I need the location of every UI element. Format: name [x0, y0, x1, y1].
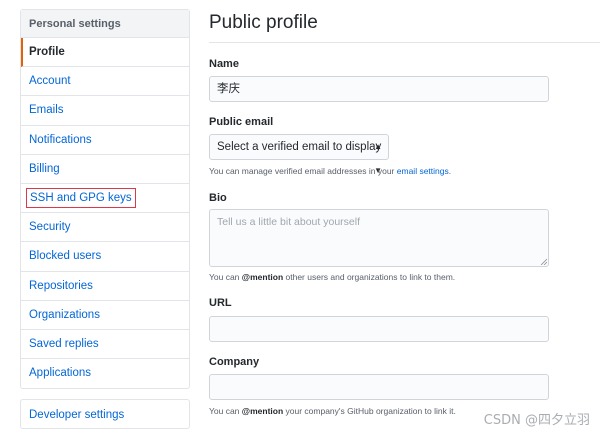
url-input[interactable]: [209, 316, 549, 342]
bio-label: Bio: [209, 192, 227, 204]
sidebar-item-repositories[interactable]: Repositories: [21, 272, 189, 301]
email-settings-link[interactable]: email settings: [397, 166, 449, 176]
bio-placeholder: Tell us a little bit about yourself: [217, 216, 360, 228]
sidebar-item-profile[interactable]: Profile: [21, 38, 189, 68]
highlight-box: SSH and GPG keys: [26, 187, 136, 208]
bio-textarea[interactable]: Tell us a little bit about yourself: [209, 209, 549, 267]
public-email-note-end: .: [448, 166, 452, 176]
company-note: You can @mention your company's GitHub o…: [209, 406, 456, 416]
bio-note-mention: @mention: [241, 272, 284, 282]
company-note-mention: @mention: [241, 406, 284, 416]
url-label: URL: [209, 297, 232, 309]
company-note-suffix: your company's GitHub organization to li…: [285, 406, 456, 416]
name-label: Name: [209, 58, 239, 70]
sidebar-item-emails[interactable]: Emails: [21, 96, 189, 126]
bio-note-suffix: other users and organizations to link to…: [285, 272, 456, 282]
name-input[interactable]: 李庆: [209, 76, 549, 102]
public-email-note: You can manage verified email addresses …: [209, 166, 451, 176]
sidebar-item-applications[interactable]: Applications: [21, 359, 189, 388]
title-divider: [209, 42, 600, 43]
sidebar-header: Personal settings: [21, 10, 189, 38]
public-email-note-text: You can manage verified email addresses …: [209, 166, 395, 176]
sidebar-item-organizations[interactable]: Organizations: [21, 301, 189, 330]
public-email-label: Public email: [209, 116, 274, 128]
page-title: Public profile: [209, 12, 318, 33]
company-label: Company: [209, 356, 260, 368]
sidebar-item-billing[interactable]: Billing: [21, 155, 189, 184]
sidebar-item-developer-settings[interactable]: Developer settings: [20, 399, 190, 429]
public-email-selected: Select a verified email to display: [217, 141, 382, 153]
watermark: CSDN @四夕立羽: [483, 413, 590, 428]
sidebar-item-saved-replies[interactable]: Saved replies: [21, 330, 189, 360]
public-email-select[interactable]: Select a verified email to display ▲ ▼: [209, 134, 389, 175]
resize-handle-icon[interactable]: [540, 258, 547, 265]
bio-note-prefix: You can: [209, 272, 240, 282]
sidebar-item-ssh-gpg-keys[interactable]: SSH and GPG keys: [21, 184, 189, 214]
company-input[interactable]: [209, 374, 549, 400]
company-note-prefix: You can: [209, 406, 240, 416]
bio-note: You can @mention other users and organiz…: [209, 272, 455, 282]
sidebar-item-account[interactable]: Account: [21, 67, 189, 97]
settings-sidebar: Personal settings Profile Account Emails…: [20, 9, 190, 390]
sidebar-item-blocked-users[interactable]: Blocked users: [21, 242, 189, 272]
sidebar-item-notifications[interactable]: Notifications: [21, 126, 189, 155]
sidebar-item-security[interactable]: Security: [21, 213, 189, 243]
